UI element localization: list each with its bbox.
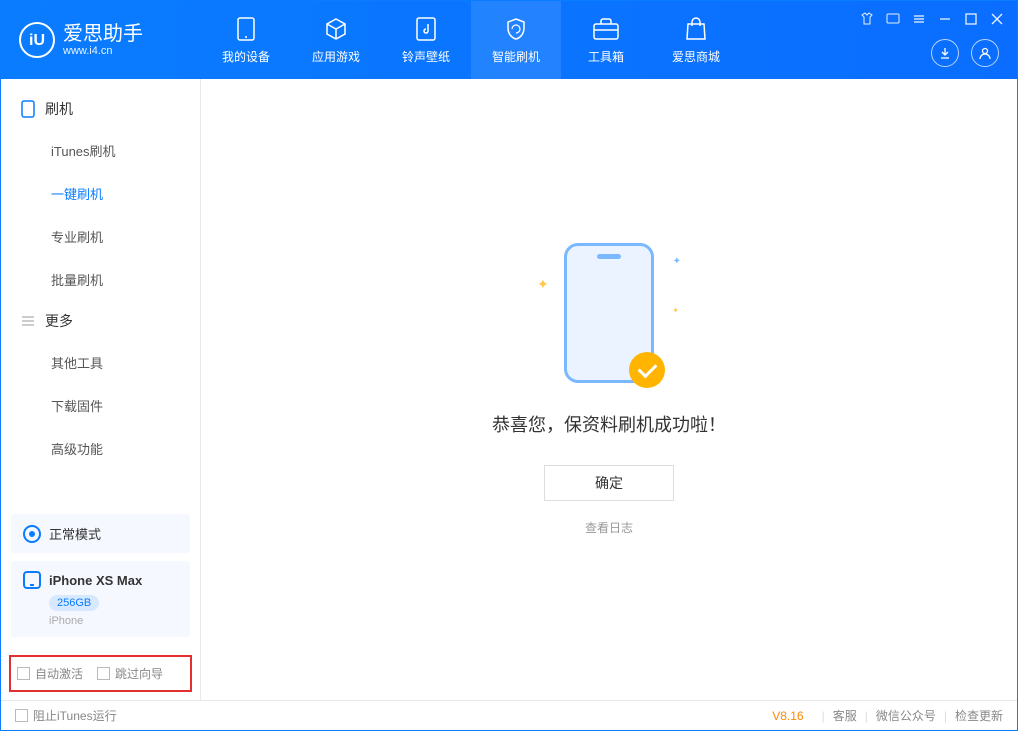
app-logo-icon: iU — [19, 22, 55, 58]
sidebar-section-more: 更多 — [1, 301, 200, 341]
flash-options-highlight: 自动激活 跳过向导 — [9, 655, 192, 692]
view-log-link[interactable]: 查看日志 — [585, 519, 633, 536]
nav-apps-games[interactable]: 应用游戏 — [291, 1, 381, 79]
success-message: 恭喜您，保资料刷机成功啦！ — [492, 411, 726, 437]
nav-store[interactable]: 爱思商城 — [651, 1, 741, 79]
footer-link-support[interactable]: 客服 — [833, 707, 857, 724]
status-dot-icon — [23, 525, 41, 543]
toolbox-icon — [593, 16, 619, 42]
confirm-button[interactable]: 确定 — [544, 465, 674, 501]
checkbox-icon — [15, 709, 28, 722]
app-footer: 阻止iTunes运行 V8.16 | 客服 | 微信公众号 | 检查更新 — [1, 700, 1017, 730]
checkbox-skip-guide[interactable]: 跳过向导 — [97, 665, 163, 682]
download-button[interactable] — [931, 39, 959, 67]
header-actions — [931, 39, 999, 67]
svg-text:iU: iU — [29, 32, 45, 49]
shield-refresh-icon — [503, 16, 529, 42]
cube-icon — [323, 16, 349, 42]
window-controls — [859, 11, 1005, 27]
footer-link-wechat[interactable]: 微信公众号 — [876, 707, 936, 724]
tshirt-icon[interactable] — [859, 11, 875, 27]
device-storage-badge: 256GB — [49, 595, 99, 611]
sidebar-item-pro-flash[interactable]: 专业刷机 — [1, 215, 200, 258]
device-mode-label: 正常模式 — [49, 524, 101, 543]
sidebar-item-advanced[interactable]: 高级功能 — [1, 427, 200, 470]
sidebar-item-itunes-flash[interactable]: iTunes刷机 — [1, 129, 200, 172]
close-button[interactable] — [989, 11, 1005, 27]
phone-icon — [21, 100, 35, 118]
device-card[interactable]: iPhone XS Max 256GB iPhone — [11, 561, 190, 637]
version-label: V8.16 — [772, 709, 803, 723]
footer-link-update[interactable]: 检查更新 — [955, 707, 1003, 724]
sidebar: 刷机 iTunes刷机 一键刷机 专业刷机 批量刷机 更多 其他工具 下载固件 … — [1, 79, 201, 700]
sidebar-section-flash: 刷机 — [1, 89, 200, 129]
nav-my-device[interactable]: 我的设备 — [201, 1, 291, 79]
user-button[interactable] — [971, 39, 999, 67]
maximize-button[interactable] — [963, 11, 979, 27]
app-body: 刷机 iTunes刷机 一键刷机 专业刷机 批量刷机 更多 其他工具 下载固件 … — [1, 79, 1017, 700]
minimize-button[interactable] — [937, 11, 953, 27]
sparkle-icon: ✦ — [673, 256, 681, 267]
checkmark-badge-icon — [629, 352, 665, 388]
success-phone-graphic: ✦ ✦ ✦ — [564, 243, 654, 383]
sidebar-item-other-tools[interactable]: 其他工具 — [1, 341, 200, 384]
nav-toolbox[interactable]: 工具箱 — [561, 1, 651, 79]
main-nav: 我的设备 应用游戏 铃声壁纸 智能刷机 工具箱 爱思商城 — [201, 1, 741, 79]
sparkle-icon: ✦ — [672, 306, 679, 315]
app-title: 爱思助手 — [63, 23, 143, 45]
sparkle-icon: ✦ — [537, 276, 549, 293]
nav-smart-flash[interactable]: 智能刷机 — [471, 1, 561, 79]
checkbox-auto-activate[interactable]: 自动激活 — [17, 665, 83, 682]
list-icon — [21, 314, 35, 328]
main-content: ✦ ✦ ✦ 恭喜您，保资料刷机成功啦！ 确定 查看日志 — [201, 79, 1017, 700]
logo-area: iU 爱思助手 www.i4.cn — [1, 22, 201, 58]
feedback-icon[interactable] — [885, 11, 901, 27]
checkbox-icon — [97, 667, 110, 680]
device-mode-card[interactable]: 正常模式 — [11, 514, 190, 553]
app-header: iU 爱思助手 www.i4.cn 我的设备 应用游戏 铃声壁纸 智能刷机 工具… — [1, 1, 1017, 79]
device-name: iPhone XS Max — [49, 573, 142, 588]
sidebar-item-batch-flash[interactable]: 批量刷机 — [1, 258, 200, 301]
app-subtitle: www.i4.cn — [63, 45, 143, 57]
menu-icon[interactable] — [911, 11, 927, 27]
sidebar-item-oneclick-flash[interactable]: 一键刷机 — [1, 172, 200, 215]
checkbox-icon — [17, 667, 30, 680]
bag-icon — [683, 16, 709, 42]
device-icon — [233, 16, 259, 42]
checkbox-block-itunes[interactable]: 阻止iTunes运行 — [15, 707, 117, 724]
sidebar-item-download-firmware[interactable]: 下载固件 — [1, 384, 200, 427]
music-file-icon — [413, 16, 439, 42]
device-type: iPhone — [49, 615, 178, 627]
device-icon — [23, 571, 41, 589]
nav-ringtones-wallpapers[interactable]: 铃声壁纸 — [381, 1, 471, 79]
